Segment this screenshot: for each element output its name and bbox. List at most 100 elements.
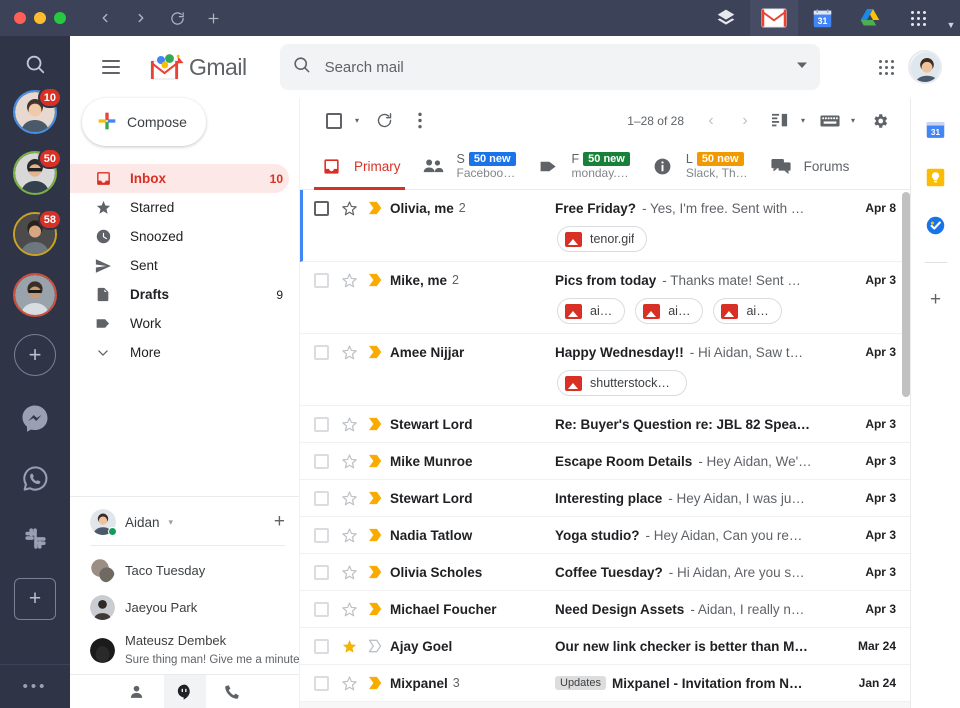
important-marker-icon[interactable] <box>362 262 390 298</box>
density-icon[interactable] <box>764 105 796 137</box>
sidebar-item-snoozed[interactable]: Snoozed <box>70 222 289 251</box>
important-marker-icon[interactable] <box>362 591 390 627</box>
email-list[interactable]: Olivia, me 2 Free Friday? - Yes, I'm free… <box>300 190 910 708</box>
rail-account-4[interactable] <box>13 273 57 317</box>
app-grid-icon[interactable] <box>894 0 942 36</box>
add-account-button[interactable]: + <box>14 334 56 376</box>
select-all-checkbox[interactable] <box>318 105 350 137</box>
star-icon[interactable] <box>336 262 362 298</box>
compose-button[interactable]: Compose <box>82 98 206 146</box>
new-conversation-button[interactable]: + <box>274 511 285 533</box>
list-item[interactable]: Mateusz Dembek Sure thing man! Give me a… <box>70 626 299 674</box>
whatsapp-icon[interactable] <box>15 458 55 498</box>
important-marker-icon[interactable] <box>362 406 390 442</box>
important-marker-icon[interactable] <box>362 443 390 479</box>
search-bar[interactable] <box>279 44 820 90</box>
attachment-chip[interactable]: shutterstock_3… <box>557 370 687 396</box>
minimize-window-button[interactable] <box>34 12 46 24</box>
back-button[interactable] <box>88 0 122 36</box>
star-icon[interactable] <box>336 406 362 442</box>
important-marker-icon[interactable] <box>362 517 390 553</box>
layers-icon[interactable] <box>702 0 750 36</box>
list-scrollbar[interactable] <box>902 190 910 708</box>
table-row[interactable]: Olivia Scholes Coffee Tuesday? - Hi Aida… <box>300 554 910 591</box>
star-icon[interactable] <box>336 591 362 627</box>
table-row[interactable]: Ajay Goel Our new link checker is better… <box>300 628 910 665</box>
important-marker-icon[interactable] <box>362 702 390 708</box>
settings-gear-icon[interactable] <box>864 105 896 137</box>
prev-page-button[interactable]: ‹ <box>696 105 726 137</box>
tab-social[interactable]: S 50 new Faceboo… <box>411 143 526 189</box>
tab-updates[interactable]: L 50 new Slack, Th… <box>640 143 758 189</box>
contacts-icon[interactable] <box>116 675 158 708</box>
row-checkbox[interactable] <box>306 443 336 479</box>
hangouts-icon[interactable] <box>163 674 206 708</box>
keyboard-caret-icon[interactable]: ▾ <box>846 116 860 125</box>
forward-button[interactable] <box>124 0 158 36</box>
row-checkbox[interactable] <box>306 262 336 298</box>
phone-icon[interactable] <box>212 675 254 708</box>
row-checkbox[interactable] <box>306 554 336 590</box>
refresh-icon[interactable] <box>368 105 400 137</box>
table-row[interactable]: Mike, me 2 Pics from today - Thanks mate!… <box>300 262 910 334</box>
important-marker-icon[interactable] <box>362 554 390 590</box>
table-row[interactable]: Amee Nijjar Happy Wednesday!! - Hi Aidan… <box>300 334 910 406</box>
sidebar-item-more[interactable]: More <box>70 338 289 367</box>
row-checkbox[interactable] <box>306 406 336 442</box>
google-calendar-icon[interactable]: 31 <box>925 118 947 140</box>
google-calendar-icon[interactable]: 31 <box>798 0 846 36</box>
row-checkbox[interactable] <box>306 334 336 370</box>
add-addon-button[interactable]: + <box>925 289 947 311</box>
star-icon[interactable] <box>336 628 362 664</box>
star-icon[interactable] <box>336 702 362 708</box>
sidebar-item-drafts[interactable]: Drafts 9 <box>70 280 289 309</box>
sidebar-item-starred[interactable]: Starred <box>70 193 289 222</box>
gmail-icon[interactable] <box>750 0 798 36</box>
density-caret-icon[interactable]: ▾ <box>796 116 810 125</box>
attachment-chip[interactable]: ai… <box>713 298 782 324</box>
hangouts-header[interactable]: Aidan ▾ + <box>70 497 299 545</box>
select-all-caret-icon[interactable]: ▾ <box>350 116 364 125</box>
rail-account-2[interactable]: 50 <box>13 148 62 195</box>
google-tasks-icon[interactable] <box>925 214 947 236</box>
star-icon[interactable] <box>336 334 362 370</box>
menu-icon[interactable] <box>88 44 134 90</box>
table-row[interactable]: Olivia, me 2 Free Friday? - Yes, I'm free… <box>300 190 910 262</box>
row-checkbox[interactable] <box>306 517 336 553</box>
important-marker-icon[interactable] <box>362 628 390 664</box>
table-row[interactable]: Michael Foucher Need Design Assets - Aid… <box>300 591 910 628</box>
table-row[interactable]: Mike Munroe Escape Room Details - Hey Ai… <box>300 443 910 480</box>
google-drive-icon[interactable] <box>846 0 894 36</box>
slack-icon[interactable] <box>15 518 55 558</box>
more-vertical-icon[interactable] <box>404 105 436 137</box>
sidebar-item-work[interactable]: Work <box>70 309 289 338</box>
important-marker-icon[interactable] <box>362 665 390 701</box>
tab-promotions[interactable]: F 50 new monday.… <box>526 143 640 189</box>
rail-more-button[interactable]: ••• <box>0 664 70 708</box>
account-avatar[interactable] <box>908 50 942 84</box>
messenger-icon[interactable] <box>15 398 55 438</box>
list-item[interactable]: Taco Tuesday <box>70 552 299 589</box>
chevron-down-icon[interactable]: ▾ <box>169 517 174 528</box>
scrollbar-thumb[interactable] <box>902 192 910 397</box>
star-icon[interactable] <box>336 443 362 479</box>
rail-account-3[interactable]: 58 <box>13 209 62 256</box>
search-options-caret-icon[interactable] <box>796 58 808 76</box>
row-checkbox[interactable] <box>306 665 336 701</box>
row-checkbox[interactable] <box>306 480 336 516</box>
attachment-chip[interactable]: tenor.gif <box>557 226 648 252</box>
important-marker-icon[interactable] <box>362 480 390 516</box>
tab-primary[interactable]: Primary <box>308 143 411 190</box>
next-page-button[interactable]: › <box>730 105 760 137</box>
important-marker-icon[interactable] <box>362 190 390 226</box>
google-apps-icon[interactable] <box>879 59 894 75</box>
important-marker-icon[interactable] <box>362 334 390 370</box>
sidebar-item-sent[interactable]: Sent <box>70 251 289 280</box>
sidebar-item-inbox[interactable]: Inbox 10 <box>70 164 289 193</box>
search-input[interactable] <box>324 58 782 76</box>
attachment-chip[interactable]: ai… <box>557 298 626 324</box>
search-icon[interactable] <box>15 44 55 84</box>
star-icon[interactable] <box>336 480 362 516</box>
maximize-window-button[interactable] <box>54 12 66 24</box>
reload-button[interactable] <box>160 0 194 36</box>
